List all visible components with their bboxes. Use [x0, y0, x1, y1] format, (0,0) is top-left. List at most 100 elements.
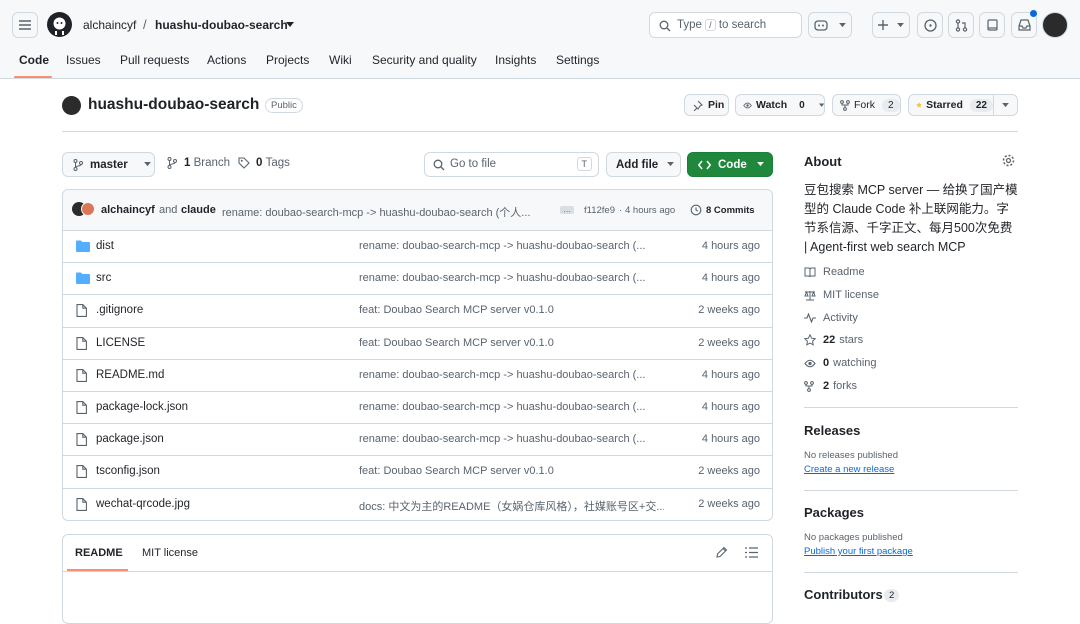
file-row[interactable]: wechat-qrcode.jpg docs: 中文为主的README（女娲仓库风… — [63, 487, 772, 520]
file-commit-message[interactable]: rename: doubao-search-mcp -> huashu-doub… — [359, 240, 664, 252]
star-button[interactable]: Starred 22 — [908, 94, 994, 116]
file-commit-message[interactable]: feat: Doubao Search MCP server v0.1.0 — [359, 337, 664, 349]
file-name-link[interactable]: LICENSE — [96, 337, 145, 349]
commit-coauthor[interactable]: claude — [181, 204, 216, 216]
releases-heading[interactable]: Releases — [804, 423, 860, 438]
tab-code[interactable]: Code — [19, 53, 49, 67]
file-commit-message[interactable]: rename: doubao-search-mcp -> huashu-doub… — [359, 433, 664, 445]
file-row[interactable]: README.md rename: doubao-search-mcp -> hu… — [63, 358, 772, 391]
branch-selector[interactable]: master — [62, 152, 155, 177]
repositories-button[interactable] — [979, 12, 1005, 38]
activity-link[interactable]: Activity — [804, 312, 858, 324]
file-commit-message[interactable]: rename: doubao-search-mcp -> huashu-doub… — [359, 369, 664, 381]
file-row[interactable]: src rename: doubao-search-mcp -> huashu-d… — [63, 262, 772, 294]
search-input[interactable]: Type / to search — [649, 12, 802, 38]
star-list-dropdown[interactable] — [993, 94, 1018, 116]
tab-security[interactable]: Security and quality — [372, 53, 477, 67]
chevron-down-icon[interactable] — [286, 22, 294, 28]
file-row[interactable]: dist rename: doubao-search-mcp -> huashu-… — [63, 230, 772, 262]
eye-icon — [743, 102, 752, 108]
fork-button[interactable]: Fork 2 — [832, 94, 901, 116]
tab-settings[interactable]: Settings — [556, 53, 599, 67]
branches-link[interactable]: 1 Branch — [167, 157, 230, 169]
branch-icon — [167, 157, 177, 169]
pin-button[interactable]: Pin — [684, 94, 729, 116]
tab-actions[interactable]: Actions — [207, 53, 246, 67]
file-name-link[interactable]: tsconfig.json — [96, 465, 160, 477]
file-name-link[interactable]: package.json — [96, 433, 164, 445]
readme-link[interactable]: Readme — [804, 266, 865, 278]
chevron-down-icon — [756, 162, 764, 167]
commit-author[interactable]: alchaincyf — [101, 204, 155, 216]
pin-icon — [693, 100, 703, 111]
repo-link[interactable]: huashu-doubao-search — [155, 18, 288, 32]
issues-button[interactable] — [917, 12, 943, 38]
add-file-button[interactable]: Add file — [606, 152, 681, 177]
file-commit-message[interactable]: feat: Doubao Search MCP server v0.1.0 — [359, 304, 664, 316]
avatar[interactable] — [1042, 12, 1068, 38]
publish-package-link[interactable]: Publish your first package — [804, 546, 913, 557]
stars-link[interactable]: 22 stars — [804, 334, 863, 346]
file-name-link[interactable]: wechat-qrcode.jpg — [96, 498, 190, 510]
file-row[interactable]: tsconfig.json feat: Doubao Search MCP ser… — [63, 455, 772, 487]
go-to-file-input[interactable]: Go to file T — [424, 152, 599, 177]
file-name-link[interactable]: .gitignore — [96, 304, 143, 316]
sidebar-divider — [804, 407, 1018, 408]
file-icon — [76, 433, 87, 447]
file-row[interactable]: LICENSE feat: Doubao Search MCP server v0… — [63, 326, 772, 359]
chevron-down-icon — [667, 162, 675, 167]
tab-insights[interactable]: Insights — [495, 53, 536, 67]
readme-tab[interactable]: README — [75, 547, 123, 559]
pull-requests-button[interactable] — [948, 12, 974, 38]
chevron-down-icon — [143, 162, 151, 167]
file-commit-time: 2 weeks ago — [698, 497, 760, 510]
watching-link[interactable]: 0 watching — [804, 357, 877, 369]
contributors-heading[interactable]: Contributors — [804, 587, 883, 602]
file-name-link[interactable]: package-lock.json — [96, 401, 188, 413]
file-name-link[interactable]: dist — [96, 240, 114, 252]
search-icon — [433, 159, 445, 171]
file-commit-time: 2 weeks ago — [698, 336, 760, 349]
commit-expand-button[interactable]: … — [560, 206, 574, 214]
tab-pull-requests[interactable]: Pull requests — [120, 53, 189, 67]
owner-link[interactable]: alchaincyf — [83, 18, 136, 32]
slash-key-hint: / — [705, 19, 716, 31]
tab-wiki[interactable]: Wiki — [329, 53, 352, 67]
watch-button[interactable]: Watch 0 — [735, 94, 825, 116]
license-tab[interactable]: MIT license — [142, 547, 198, 559]
packages-heading[interactable]: Packages — [804, 505, 864, 520]
outline-list-icon[interactable] — [745, 547, 758, 558]
tags-link[interactable]: 0 Tags — [238, 157, 290, 169]
file-name-link[interactable]: src — [96, 272, 111, 284]
commits-history-link[interactable]: 8 Commits — [690, 204, 755, 216]
commit-hash[interactable]: f112fe9 — [584, 205, 615, 216]
file-commit-message[interactable]: rename: doubao-search-mcp -> huashu-doub… — [359, 401, 664, 413]
tab-issues[interactable]: Issues — [66, 53, 101, 67]
file-commit-message[interactable]: feat: Doubao Search MCP server v0.1.0 — [359, 465, 664, 477]
file-row[interactable]: package-lock.json rename: doubao-search-m… — [63, 391, 772, 423]
copilot-button[interactable] — [808, 12, 852, 38]
commit-separator: · — [619, 205, 623, 216]
fork-icon — [804, 380, 814, 392]
repo-title[interactable]: huashu-doubao-search — [88, 96, 259, 114]
file-commit-message[interactable]: docs: 中文为主的README（女娲仓库风格），社媒账号区+交... — [359, 498, 664, 514]
visibility-badge: Public — [265, 98, 303, 113]
github-logo-icon[interactable] — [47, 12, 72, 37]
code-button[interactable]: Code — [687, 152, 773, 177]
tab-projects[interactable]: Projects — [266, 53, 309, 67]
hamburger-icon — [19, 20, 31, 30]
file-row[interactable]: .gitignore feat: Doubao Search MCP server… — [63, 294, 772, 326]
readme-tab-underline — [67, 569, 128, 571]
gear-icon[interactable] — [1002, 154, 1015, 167]
pencil-icon[interactable] — [715, 546, 728, 559]
create-release-link[interactable]: Create a new release — [804, 464, 894, 475]
file-commit-message[interactable]: rename: doubao-search-mcp -> huashu-doub… — [359, 272, 664, 284]
menu-button[interactable] — [12, 12, 38, 38]
commit-message[interactable]: rename: doubao-search-mcp -> huashu-doub… — [222, 204, 551, 220]
forks-link[interactable]: 2 forks — [804, 380, 857, 392]
file-name-link[interactable]: README.md — [96, 369, 164, 381]
create-new-button[interactable] — [872, 12, 910, 38]
sidebar-divider — [804, 572, 1018, 573]
file-row[interactable]: package.json rename: doubao-search-mcp ->… — [63, 423, 772, 455]
license-link[interactable]: MIT license — [804, 289, 879, 301]
